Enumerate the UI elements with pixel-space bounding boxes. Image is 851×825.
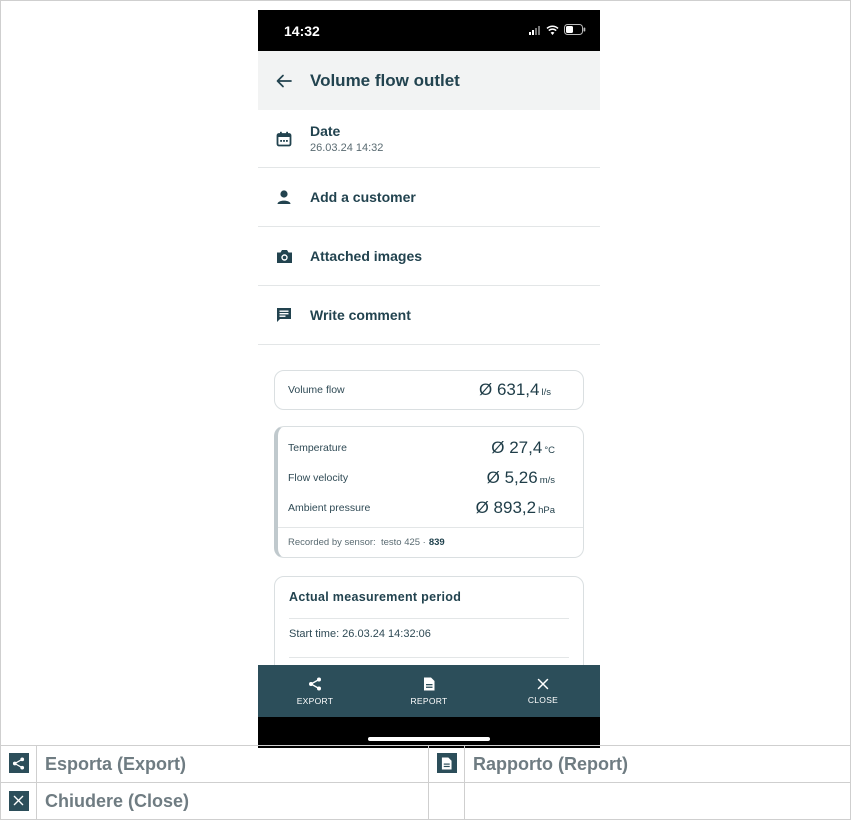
home-indicator[interactable] (368, 737, 490, 741)
volume-flow-unit: l/s (541, 387, 552, 398)
status-time: 14:32 (284, 23, 320, 39)
legend-empty-cell (428, 782, 465, 820)
share-icon (8, 753, 29, 774)
person-icon (258, 189, 310, 205)
divider (289, 618, 569, 619)
document-icon (424, 677, 435, 690)
measurement-row-flow-velocity: Flow velocity Ø 5,26 m/s (288, 467, 583, 489)
status-bar: 14:32 (258, 10, 600, 51)
close-icon (8, 790, 29, 811)
battery-icon (564, 24, 586, 35)
measurement-label: Ambient pressure (288, 502, 371, 514)
status-icons (529, 24, 586, 35)
close-button[interactable]: CLOSE (486, 665, 600, 717)
wifi-icon (546, 24, 559, 35)
document-icon (436, 753, 457, 774)
attached-images-row[interactable]: Attached images (258, 227, 600, 286)
legend-empty-cell (464, 782, 851, 820)
date-value: 26.03.24 14:32 (310, 142, 384, 154)
sensor-id: 839 (428, 537, 445, 548)
sensor-name: testo 425 · (380, 537, 426, 548)
legend-report-text: Rapporto (Report) (464, 745, 851, 783)
date-row[interactable]: Date 26.03.24 14:32 (258, 110, 600, 168)
divider (289, 657, 569, 658)
measurement-row-ambient-pressure: Ambient pressure Ø 893,2 hPa (288, 497, 583, 519)
sensor-prefix: Recorded by sensor: (288, 537, 376, 548)
attached-images-label: Attached images (310, 248, 423, 264)
volume-flow-value: Ø 631,4 l/s (479, 380, 551, 400)
back-button[interactable] (258, 51, 310, 110)
export-label: EXPORT (296, 695, 334, 706)
add-customer-label: Add a customer (310, 189, 416, 205)
arrow-left-icon (276, 74, 292, 87)
write-comment-row[interactable]: Write comment (258, 286, 600, 345)
measurements-card: Temperature Ø 27,4 °C Flow velocity Ø 5,2… (274, 426, 584, 558)
app-header: Volume flow outlet (258, 51, 600, 110)
legend-table: Esporta (Export) Rapporto (Report) Chiud… (0, 745, 851, 825)
bottom-action-bar: EXPORT REPORT CLOSE (258, 665, 600, 717)
measurement-row-temperature: Temperature Ø 27,4 °C (288, 437, 583, 459)
measurement-unit: m/s (539, 475, 555, 486)
export-button[interactable]: EXPORT (258, 665, 372, 717)
measurement-number: Ø 893,2 (475, 498, 537, 517)
measurement-number: Ø 27,4 (491, 438, 543, 457)
share-icon (309, 677, 321, 690)
legend-close-icon-cell (0, 782, 37, 820)
measurement-value: Ø 5,26 m/s (487, 468, 555, 488)
date-label: Date (310, 123, 341, 139)
report-label: REPORT (410, 695, 448, 706)
report-button[interactable]: REPORT (372, 665, 486, 717)
comment-icon (258, 307, 310, 323)
period-start-time: Start time: 26.03.24 14:32:06 (289, 628, 431, 640)
close-label: CLOSE (527, 694, 559, 705)
measurement-label: Flow velocity (288, 472, 349, 484)
volume-flow-card: Volume flow Ø 631,4 l/s (274, 370, 584, 410)
write-comment-label: Write comment (310, 307, 411, 323)
measurement-unit: °C (544, 445, 555, 456)
measurement-unit: hPa (538, 505, 555, 516)
phone-screen: 14:32 Volume flow outlet Date 26.03.24 1… (258, 10, 600, 748)
legend-report-icon-cell (428, 745, 465, 783)
legend-export-text: Esporta (Export) (36, 745, 429, 783)
page-title: Volume flow outlet (310, 70, 460, 90)
measurement-label: Temperature (288, 442, 347, 454)
legend-export-icon-cell (0, 745, 37, 783)
volume-flow-number: Ø 631,4 (479, 380, 540, 399)
measurement-value: Ø 27,4 °C (491, 438, 555, 458)
add-customer-row[interactable]: Add a customer (258, 168, 600, 227)
signal-icon (529, 25, 540, 35)
measurement-number: Ø 5,26 (486, 468, 538, 487)
sensor-info: Recorded by sensor: testo 425 · 839 (278, 527, 583, 557)
camera-icon (258, 249, 310, 264)
calendar-icon (258, 131, 310, 147)
measurement-value: Ø 893,2 hPa (476, 498, 555, 518)
legend-close-text: Chiudere (Close) (36, 782, 429, 820)
volume-flow-label: Volume flow (288, 384, 345, 396)
home-indicator-area (258, 717, 600, 748)
close-icon (537, 678, 549, 689)
period-title: Actual measurement period (289, 590, 462, 604)
